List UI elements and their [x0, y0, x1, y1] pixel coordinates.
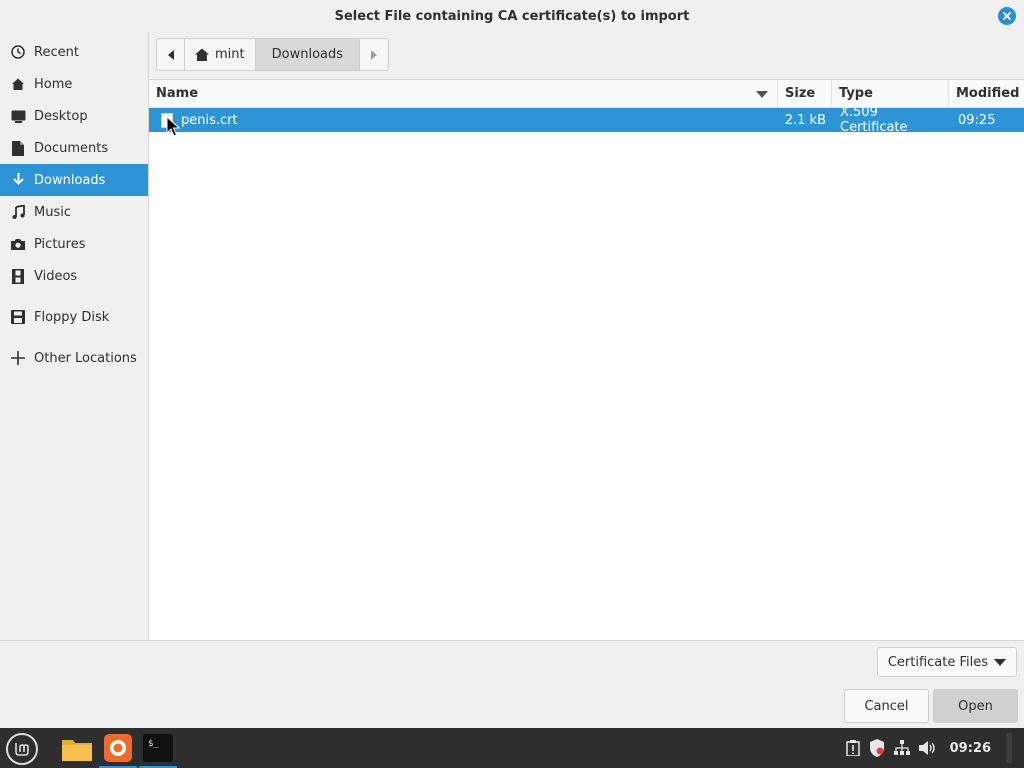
sidebar-item-label: Floppy Disk	[34, 309, 110, 325]
column-label: Name	[156, 86, 199, 101]
path-segment-current[interactable]: Downloads	[255, 39, 361, 70]
close-icon[interactable]	[998, 7, 1016, 25]
sidebar-item-label: Music	[34, 204, 71, 220]
path-bar: mint Downloads	[156, 38, 390, 71]
film-icon	[10, 268, 26, 284]
title-bar: Select File containing CA certificate(s)…	[0, 0, 1024, 32]
sidebar-item-label: Desktop	[34, 108, 88, 124]
file-modified-cell: 09:25	[958, 112, 996, 128]
dialog-footer: Certificate Files Cancel Open	[0, 640, 1024, 728]
home-icon	[10, 76, 26, 92]
system-tray: 09:26	[845, 728, 1012, 768]
sidebar-item-desktop[interactable]: Desktop	[0, 100, 148, 132]
file-size-cell: 2.1 kB	[784, 112, 826, 128]
column-label: Size	[785, 86, 816, 101]
clock-icon	[10, 44, 26, 60]
show-desktop-button[interactable]	[1006, 733, 1012, 763]
volume-icon[interactable]	[918, 740, 937, 756]
sidebar-item-floppy-disk[interactable]: Floppy Disk	[0, 301, 148, 333]
cancel-button[interactable]: Cancel	[844, 689, 929, 723]
path-segment-label: Downloads	[271, 47, 344, 62]
sidebar-item-label: Recent	[34, 44, 79, 60]
file-type-cell: X.509 Certificate	[840, 105, 908, 135]
sidebar-item-videos[interactable]: Videos	[0, 260, 148, 292]
path-segment-home[interactable]: mint	[185, 39, 256, 70]
floppy-icon	[10, 309, 26, 325]
desktop-icon	[10, 108, 26, 124]
places-sidebar: Recent Home Desktop Documents Downloads …	[0, 36, 148, 640]
clipboard-icon[interactable]	[845, 740, 860, 756]
documents-icon	[10, 140, 26, 156]
sidebar-item-music[interactable]: Music	[0, 196, 148, 228]
sidebar-item-label: Downloads	[34, 172, 106, 188]
sidebar-item-pictures[interactable]: Pictures	[0, 228, 148, 260]
column-header-modified[interactable]: Modified	[949, 80, 1024, 107]
sidebar-item-label: Documents	[34, 140, 109, 156]
network-icon[interactable]	[893, 740, 910, 756]
column-header-type[interactable]: Type	[832, 80, 949, 107]
sidebar-item-label: Videos	[34, 268, 78, 284]
chevron-right-icon	[371, 49, 378, 60]
path-back-button[interactable]	[157, 39, 185, 70]
mint-menu-icon[interactable]	[6, 733, 38, 765]
filter-label: Certificate Files	[887, 654, 988, 670]
column-header-size[interactable]: Size	[778, 80, 832, 107]
terminal-icon[interactable]: $_	[139, 730, 177, 768]
camera-icon	[10, 236, 26, 252]
sidebar-item-label: Pictures	[34, 236, 86, 252]
open-button[interactable]: Open	[933, 689, 1018, 723]
file-list-header: Name Size Type Modified	[149, 80, 1024, 108]
plus-icon	[10, 350, 26, 366]
taskbar: $_ 09:26	[0, 728, 1024, 768]
clock[interactable]: 09:26	[950, 741, 991, 756]
chevron-left-icon	[167, 49, 174, 60]
svg-text:$_: $_	[148, 739, 159, 749]
file-type-filter[interactable]: Certificate Files	[876, 647, 1017, 677]
file-list: Name Size Type Modified penis.crt 2.1 kB…	[149, 79, 1024, 640]
sidebar-item-label: Home	[34, 76, 73, 92]
sidebar-item-downloads[interactable]: Downloads	[0, 164, 148, 196]
home-icon	[195, 48, 209, 61]
dialog-title: Select File containing CA certificate(s)…	[334, 8, 690, 24]
sidebar-item-home[interactable]: Home	[0, 68, 148, 100]
column-label: Modified	[956, 86, 1020, 101]
music-icon	[10, 204, 26, 220]
path-segment-label: mint	[215, 47, 245, 62]
files-icon[interactable]	[58, 730, 96, 768]
chevron-down-icon	[994, 658, 1006, 666]
column-label: Type	[839, 86, 873, 101]
sort-descending-icon	[756, 91, 768, 98]
file-name-cell: penis.crt	[149, 108, 778, 132]
column-header-name[interactable]: Name	[149, 80, 778, 107]
file-browser: mint Downloads Name Size Type Modified p…	[148, 32, 1024, 640]
sidebar-item-label: Other Locations	[34, 350, 137, 366]
sidebar-item-documents[interactable]: Documents	[0, 132, 148, 164]
path-forward-button[interactable]	[360, 39, 388, 70]
sidebar-item-other-locations[interactable]: Other Locations	[0, 342, 148, 374]
firefox-icon[interactable]	[99, 730, 137, 768]
file-name: penis.crt	[181, 112, 238, 128]
shield-icon[interactable]	[869, 739, 885, 757]
table-row[interactable]: penis.crt 2.1 kB X.509 Certificate 09:25	[149, 105, 1024, 135]
download-icon	[10, 172, 26, 188]
sidebar-item-recent[interactable]: Recent	[0, 36, 148, 68]
mouse-cursor-icon	[166, 116, 181, 137]
